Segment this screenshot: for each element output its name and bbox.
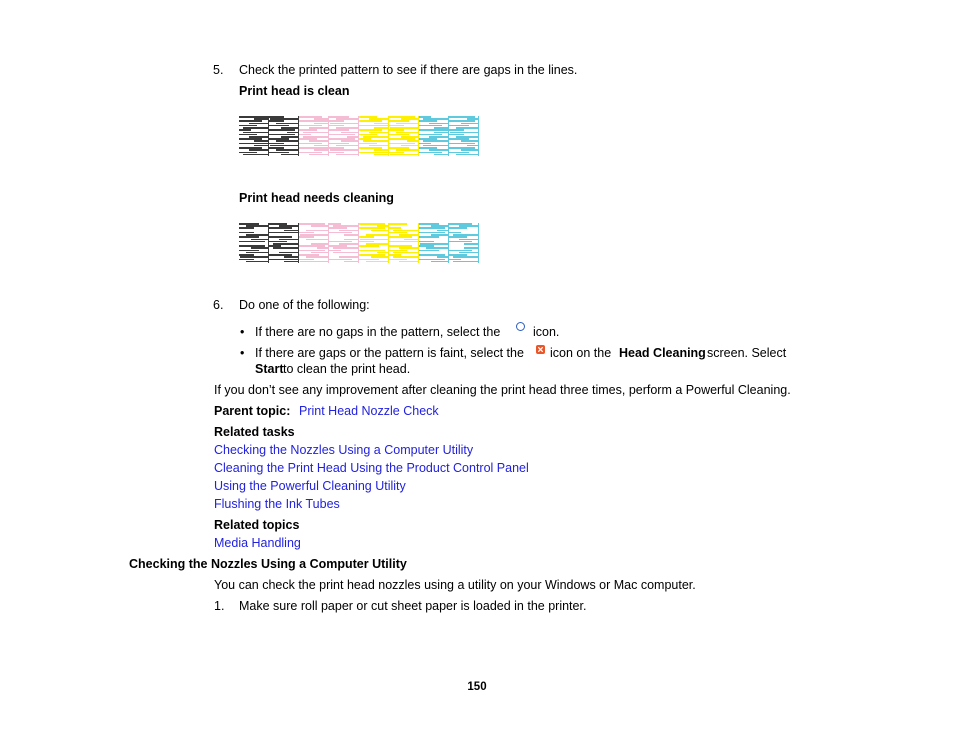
section-intro: You can check the print head nozzles usi…: [214, 578, 696, 592]
pattern-line: [399, 260, 419, 263]
pattern-line: [311, 225, 329, 227]
pattern-line: [333, 251, 359, 254]
pattern-line: [431, 260, 449, 263]
step-6-marker: 6.: [213, 298, 224, 312]
pattern-line: [300, 260, 329, 263]
bullet-marker-2: •: [240, 346, 245, 360]
bullet-1-text-before: If there are no gaps in the pattern, sel…: [255, 325, 501, 339]
pattern-line: [390, 153, 419, 156]
x-glyph: [538, 347, 543, 352]
pattern-column: [419, 223, 449, 263]
section-step-1-marker: 1.: [214, 599, 225, 613]
bullet-2-text-before: If there are gaps or the pattern is fain…: [255, 346, 524, 360]
pattern-column: [269, 116, 299, 156]
pattern-line: [246, 260, 269, 263]
pattern-column: [269, 223, 299, 263]
pattern-line: [273, 247, 299, 250]
related-task-link-4[interactable]: Flushing the Ink Tubes: [214, 496, 340, 513]
bullet-2-bold-head-cleaning: Head Cleaning: [619, 346, 706, 360]
pattern-line: [419, 249, 439, 252]
related-task-link-1[interactable]: Checking the Nozzles Using a Computer Ut…: [214, 442, 473, 459]
pattern-column: [239, 223, 269, 263]
pattern-line: [239, 240, 265, 243]
pattern-column: [389, 116, 419, 156]
pattern-column-edge: [477, 223, 479, 263]
parent-topic-link[interactable]: Print Head Nozzle Check: [299, 403, 439, 420]
pattern-column: [329, 116, 359, 156]
pattern-line: [389, 240, 418, 243]
pattern-line: [371, 229, 389, 232]
bullet-2-text-mid: icon on the: [550, 346, 612, 360]
pattern-line: [456, 153, 479, 156]
section-step-1-text: Make sure roll paper or cut sheet paper …: [239, 599, 587, 613]
pattern-line: [309, 153, 329, 156]
bullet-1-text-after: icon.: [533, 325, 560, 339]
pattern-column: [419, 116, 449, 156]
pattern-column: [359, 116, 389, 156]
nozzle-check-pattern-clean: [239, 116, 479, 156]
related-tasks-heading: Related tasks: [214, 425, 295, 439]
bullet-marker-1: •: [240, 325, 245, 339]
bullet-2-text-end: to clean the print head.: [283, 362, 411, 376]
pattern-column: [299, 223, 329, 263]
pattern-line: [359, 245, 379, 247]
pattern-line: [243, 153, 269, 156]
page-number: 150: [467, 681, 487, 693]
pattern-line: [269, 231, 298, 234]
pattern-line: [449, 227, 467, 230]
bullet-2-text-mid-2: screen. Select: [707, 346, 787, 360]
parent-topic-label: Parent topic:: [214, 404, 291, 418]
pattern-column: [299, 116, 329, 156]
document-page: 5. Check the printed pattern to see if t…: [0, 0, 954, 738]
x-circle-icon[interactable]: [536, 345, 545, 354]
pattern-line: [281, 153, 299, 156]
pattern-line: [306, 238, 329, 241]
step-5-text: Check the printed pattern to see if ther…: [239, 63, 578, 77]
bullet-2-bold-start: Start: [255, 362, 284, 376]
section-heading: Checking the Nozzles Using a Computer Ut…: [129, 557, 407, 571]
pattern-column: [359, 223, 389, 263]
caption-print-head-needs-cleaning: Print head needs cleaning: [239, 191, 394, 205]
nozzle-check-pattern-needs-cleaning: [239, 223, 479, 263]
related-task-link-2[interactable]: Cleaning the Print Head Using the Produc…: [214, 460, 529, 477]
step-5-marker: 5.: [213, 63, 224, 77]
pattern-column-edge: [477, 116, 479, 156]
powerful-cleaning-note: If you don’t see any improvement after c…: [214, 383, 791, 397]
pattern-line: [389, 223, 407, 225]
pattern-line: [366, 260, 389, 263]
related-topic-link-1[interactable]: Media Handling: [214, 535, 301, 552]
ring-icon[interactable]: [516, 322, 525, 331]
related-topics-heading: Related topics: [214, 518, 300, 532]
pattern-line: [419, 236, 439, 238]
pattern-column: [329, 223, 359, 263]
pattern-column: [449, 223, 479, 263]
step-6-text: Do one of the following:: [239, 298, 370, 312]
pattern-column: [449, 116, 479, 156]
related-task-link-3[interactable]: Using the Powerful Cleaning Utility: [214, 478, 406, 495]
pattern-line: [336, 153, 359, 156]
caption-print-head-clean: Print head is clean: [239, 84, 350, 98]
pattern-column: [239, 116, 269, 156]
pattern-line: [239, 227, 254, 230]
pattern-line: [453, 260, 479, 263]
pattern-column: [389, 223, 419, 263]
